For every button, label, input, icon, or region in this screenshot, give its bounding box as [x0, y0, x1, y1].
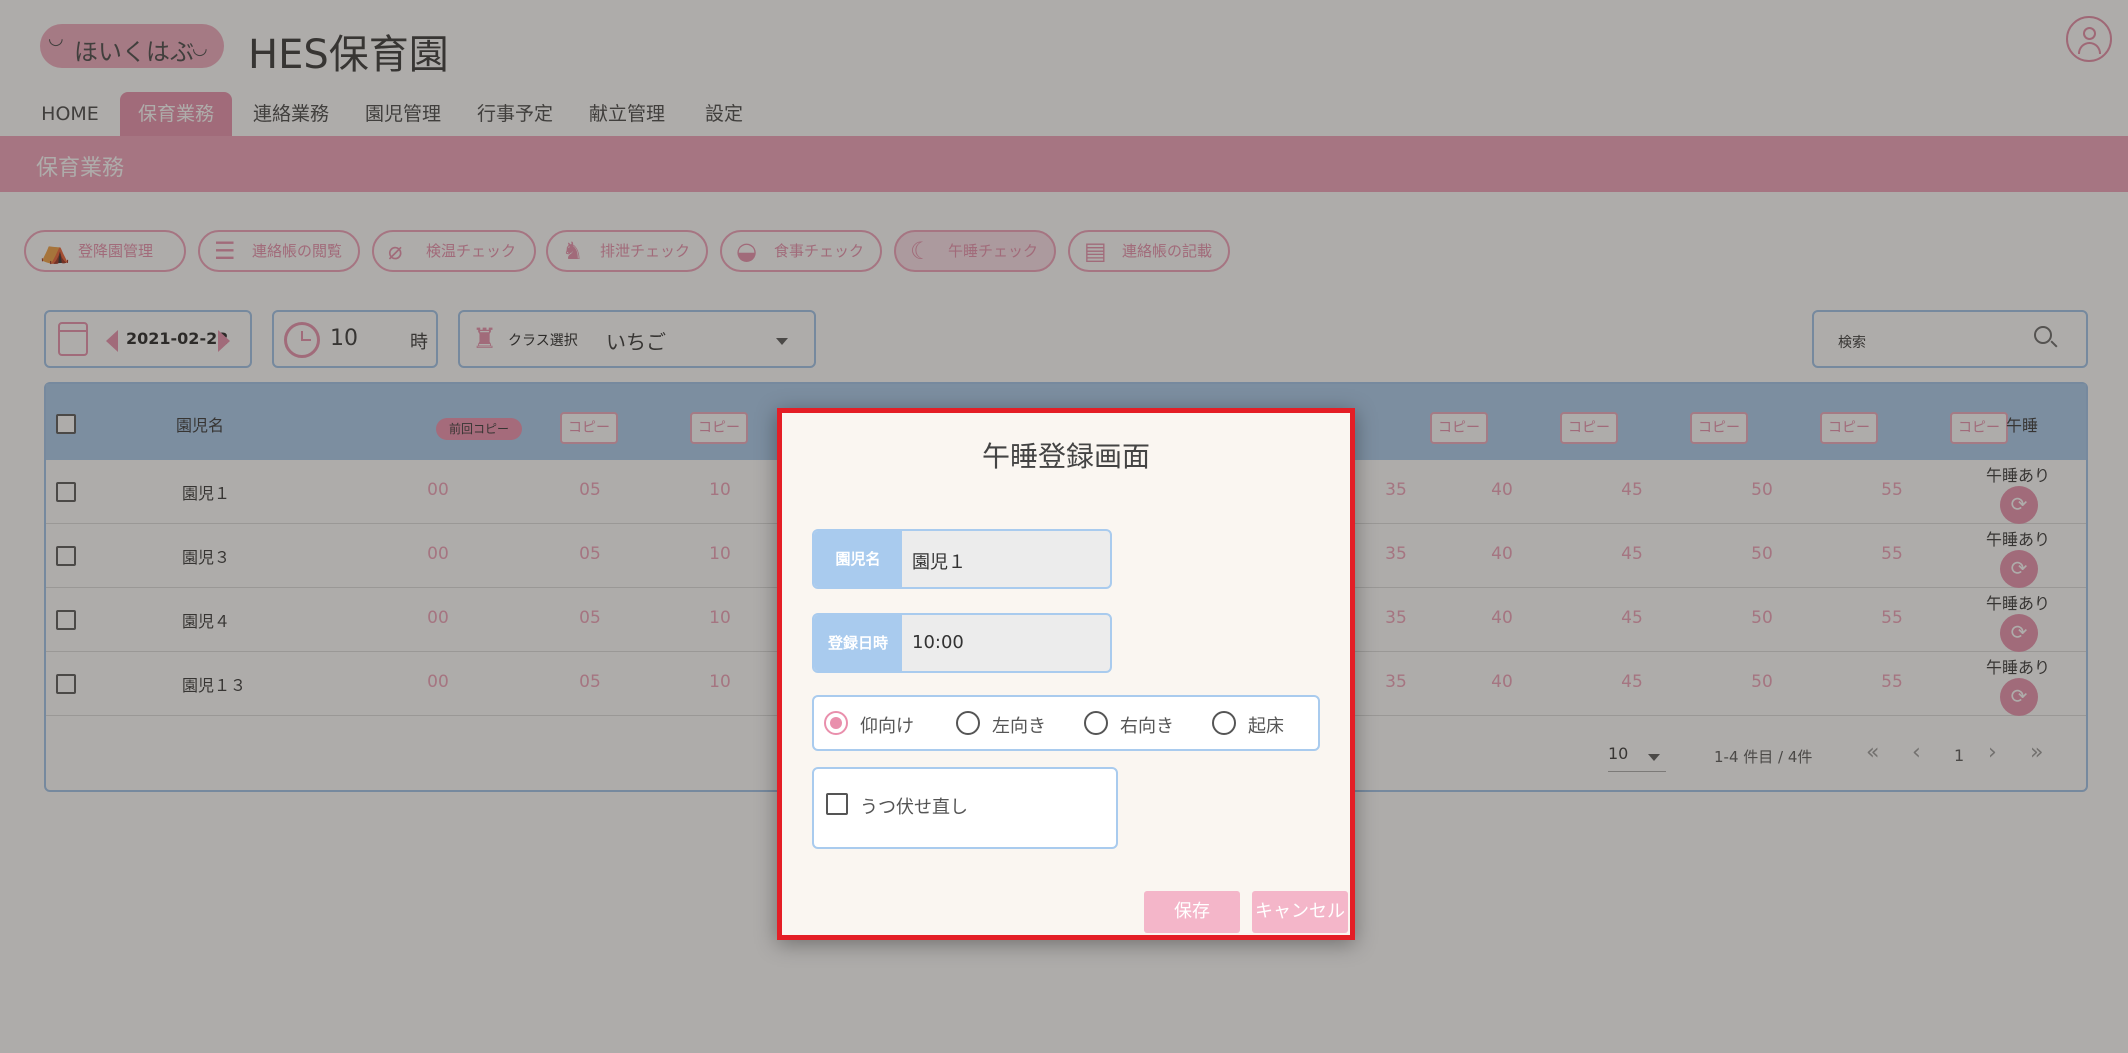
register-time-value[interactable]: 10:00 [912, 632, 964, 653]
position-radio-group: 仰向け 左向き 右向き 起床 [812, 695, 1320, 751]
radio-circle [956, 711, 980, 735]
register-time-label: 登録日時 [814, 615, 902, 671]
radio-label: 仰向け [860, 716, 914, 737]
radio-circle [1212, 711, 1236, 735]
cancel-button[interactable]: キャンセル [1252, 891, 1348, 933]
radio-circle [824, 711, 848, 735]
dialog-title: 午睡登録画面 [981, 440, 1150, 473]
nap-register-dialog: 午睡登録画面 園児名 園児１ 登録日時 10:00 仰向け 左向き 右向き 起床… [777, 408, 1355, 940]
child-name-value: 園児１ [912, 552, 966, 573]
register-time-field[interactable]: 登録日時 10:00 [812, 613, 1112, 673]
radio-circle [1084, 711, 1108, 735]
radio-label: 右向き [1120, 716, 1174, 737]
recheck-checkbox[interactable] [826, 793, 848, 815]
radio-label: 起床 [1248, 716, 1284, 737]
recheck-label[interactable]: うつ伏せ直し [860, 793, 968, 819]
child-name-field: 園児名 園児１ [812, 529, 1112, 589]
recheck-container: うつ伏せ直し [812, 767, 1118, 849]
radio-label: 左向き [992, 716, 1046, 737]
child-name-label: 園児名 [814, 531, 902, 587]
save-button[interactable]: 保存 [1144, 891, 1240, 933]
